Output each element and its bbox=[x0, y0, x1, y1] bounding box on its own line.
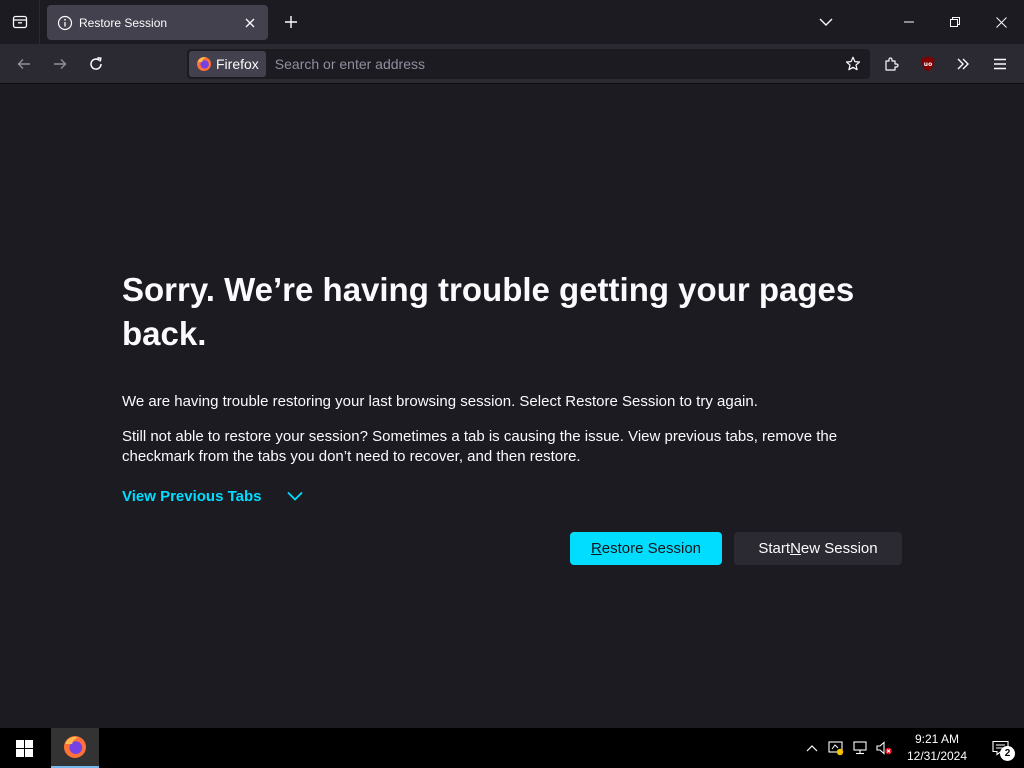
navigation-toolbar: Firefox uo bbox=[0, 44, 1024, 84]
taskbar: 9:21 AM 12/31/2024 2 bbox=[0, 728, 1024, 768]
network-icon bbox=[853, 741, 867, 755]
hamburger-menu-icon bbox=[994, 58, 1006, 70]
firefox-logo-icon bbox=[197, 57, 211, 71]
back-button[interactable] bbox=[12, 52, 36, 76]
address-bar[interactable]: Firefox bbox=[187, 49, 870, 79]
app-menu-button[interactable] bbox=[988, 52, 1012, 76]
security-warning-icon bbox=[828, 741, 844, 756]
list-all-tabs-button[interactable] bbox=[814, 10, 838, 34]
info-icon bbox=[57, 15, 73, 30]
restore-accesskey: R bbox=[590, 540, 602, 557]
reload-button[interactable] bbox=[84, 52, 108, 76]
tab-restore-session[interactable]: Restore Session bbox=[47, 5, 268, 40]
plus-icon bbox=[285, 16, 297, 28]
more-tools-button[interactable] bbox=[951, 52, 975, 76]
tab-close-button[interactable] bbox=[238, 11, 262, 35]
restore-label-post: estore Session bbox=[601, 540, 702, 557]
new-session-label-pre: Start bbox=[758, 540, 791, 557]
action-center-button[interactable]: 2 bbox=[978, 728, 1024, 768]
identity-box[interactable]: Firefox bbox=[189, 51, 266, 77]
session-restore-content: Sorry. We’re having trouble getting your… bbox=[122, 268, 912, 565]
notification-count-badge: 2 bbox=[1000, 746, 1015, 761]
ublock-origin-button[interactable]: uo bbox=[916, 52, 940, 76]
instructions-paragraph: Still not able to restore your session? … bbox=[122, 428, 838, 465]
security-center-tray-icon[interactable] bbox=[824, 728, 848, 768]
chevron-down-icon bbox=[286, 491, 303, 501]
restore-session-button[interactable]: Restore Session bbox=[570, 532, 722, 565]
system-tray: 9:21 AM 12/31/2024 2 bbox=[800, 728, 1024, 768]
firefox-logo-icon bbox=[64, 736, 86, 758]
start-new-session-button[interactable]: Start New Session bbox=[734, 532, 902, 565]
action-buttons: Restore Session Start New Session bbox=[570, 532, 902, 565]
new-session-label-post: ew Session bbox=[800, 540, 878, 557]
reload-icon bbox=[90, 57, 102, 70]
url-input[interactable] bbox=[265, 51, 839, 77]
firefox-view-button[interactable] bbox=[0, 0, 40, 44]
svg-text:uo: uo bbox=[924, 61, 932, 68]
windows-logo-icon bbox=[15, 739, 33, 757]
window-controls bbox=[886, 0, 1024, 44]
close-window-icon bbox=[995, 16, 1007, 28]
chevron-down-icon bbox=[819, 18, 833, 26]
volume-tray-icon[interactable] bbox=[872, 728, 896, 768]
close-window-button[interactable] bbox=[978, 0, 1024, 44]
taskbar-clock[interactable]: 9:21 AM 12/31/2024 bbox=[900, 731, 974, 765]
puzzle-piece-icon bbox=[885, 57, 899, 71]
view-previous-tabs-label: View Previous Tabs bbox=[122, 487, 262, 505]
taskbar-firefox-button[interactable] bbox=[51, 728, 99, 768]
new-session-accesskey: N bbox=[790, 540, 801, 557]
minimize-button[interactable] bbox=[886, 0, 932, 44]
show-hidden-icons-button[interactable] bbox=[800, 728, 824, 768]
network-tray-icon[interactable] bbox=[848, 728, 872, 768]
chevron-up-icon bbox=[806, 745, 818, 752]
forward-button[interactable] bbox=[48, 52, 72, 76]
double-chevron-right-icon bbox=[957, 58, 969, 70]
tab-bar: Restore Session bbox=[0, 0, 1024, 44]
start-button[interactable] bbox=[0, 728, 48, 768]
identity-label: Firefox bbox=[216, 56, 259, 72]
clock-time: 9:21 AM bbox=[914, 732, 960, 746]
firefox-view-icon bbox=[12, 15, 27, 29]
close-icon bbox=[245, 18, 255, 27]
view-previous-tabs-toggle[interactable]: View Previous Tabs bbox=[122, 487, 912, 505]
star-icon bbox=[845, 56, 861, 71]
tab-title: Restore Session bbox=[79, 15, 168, 30]
ublock-origin-icon: uo bbox=[921, 56, 935, 72]
arrow-left-icon bbox=[17, 59, 30, 69]
page-title: Sorry. We’re having trouble getting your… bbox=[122, 271, 855, 352]
arrow-right-icon bbox=[54, 59, 67, 69]
clock-date: 12/31/2024 bbox=[906, 749, 968, 763]
restore-window-icon bbox=[950, 17, 960, 27]
restore-button[interactable] bbox=[932, 0, 978, 44]
bookmark-star-button[interactable] bbox=[839, 50, 867, 78]
minimize-icon bbox=[904, 21, 914, 23]
extensions-button[interactable] bbox=[880, 52, 904, 76]
volume-muted-icon bbox=[876, 741, 892, 755]
new-tab-button[interactable] bbox=[279, 10, 303, 34]
intro-paragraph: We are having trouble restoring your las… bbox=[122, 393, 758, 410]
